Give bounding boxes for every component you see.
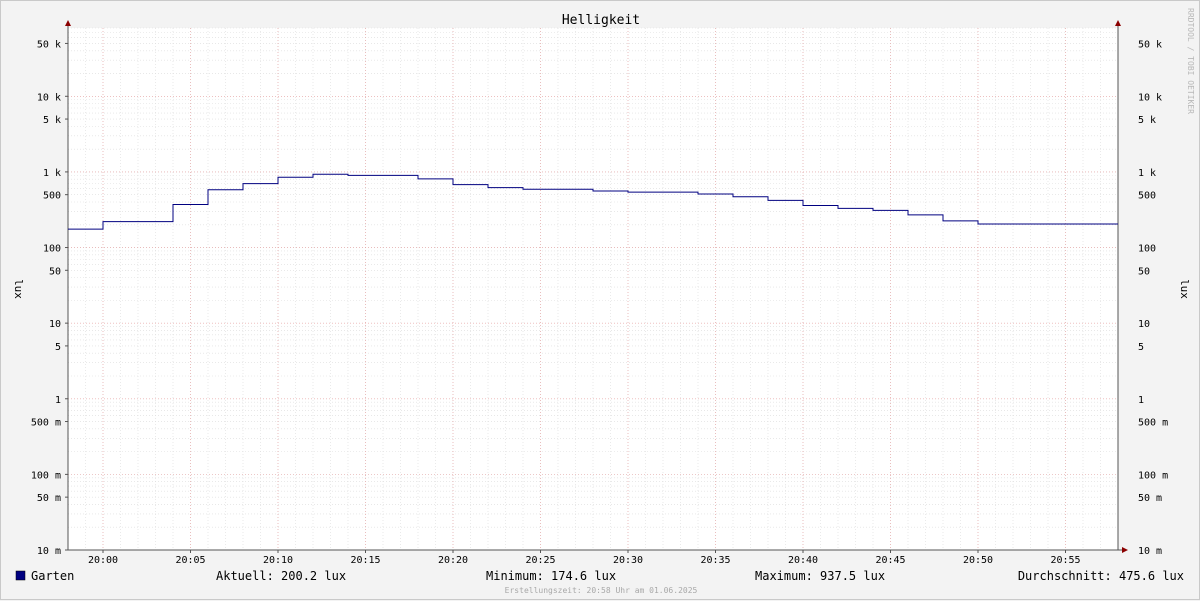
y-tick-label-right: 10 m — [1138, 546, 1162, 557]
y-axis-label-left: lux — [12, 279, 25, 299]
legend-swatch — [15, 570, 26, 581]
chart-frame: 50 k 10 k 5 k 1 k 500 100 50 10 5 1 500 m 100 m 50 m… — [0, 0, 1200, 600]
y-tick-label-right: 10 — [1138, 319, 1150, 330]
y-tick-label-right: 5 — [1138, 342, 1144, 353]
legend-current: Aktuell: 200.2 lux — [216, 569, 346, 583]
legend-maximum: Maximum: 937.5 lux — [755, 569, 885, 583]
y-tick-label-right: 5 k — [1138, 115, 1156, 126]
y-axis-arrow-right — [1115, 20, 1121, 26]
x-tick-label: 20:00 — [88, 555, 118, 566]
y-tick-label-left: 5 k — [43, 115, 61, 126]
y-tick-labels-right: 50 k 10 k 5 k 1 k 500 100 50 10 5 1 500 m 100 m 50 m… — [1138, 39, 1168, 557]
y-tick-label-right: 500 m — [1138, 418, 1168, 429]
y-tick-label-left: 1 k — [43, 168, 61, 179]
x-tick-label: 20:15 — [350, 555, 380, 566]
x-tick-labels: 20:00 20:05 20:10 20:15 20:20 20:25 20:30 20:35… — [88, 555, 1081, 566]
y-tick-label-right: 50 — [1138, 266, 1150, 277]
legend-average: Durchschnitt: 475.6 lux — [1018, 569, 1184, 583]
x-tick-label: 20:55 — [1050, 555, 1080, 566]
y-tick-label-right: 10 k — [1138, 92, 1162, 103]
creation-timestamp: Erstellungszeit: 20:58 Uhr am 01.06.2025 — [505, 586, 698, 595]
legend-series-name: Garten — [31, 569, 74, 583]
brightness-chart: 50 k 10 k 5 k 1 k 500 100 50 10 5 1 500 m 100 m 50 m… — [12, 8, 1195, 595]
y-axis-label-right: lux — [1178, 279, 1191, 299]
y-tick-label-left: 500 — [43, 191, 61, 202]
y-tick-label-left: 5 — [55, 342, 61, 353]
y-tick-label-left: 500 m — [31, 418, 61, 429]
x-tick-label: 20:30 — [613, 555, 643, 566]
x-tick-label: 20:10 — [263, 555, 293, 566]
y-tick-label-right: 100 — [1138, 244, 1156, 255]
x-tick-label: 20:25 — [525, 555, 555, 566]
y-tick-label-left: 50 k — [37, 39, 61, 50]
y-tick-label-left: 50 m — [37, 493, 61, 504]
y-tick-label-right: 500 — [1138, 191, 1156, 202]
y-tick-labels-left: 50 k 10 k 5 k 1 k 500 100 50 10 5 1 500 m 100 m 50 m… — [31, 39, 61, 557]
y-tick-label-left: 100 — [43, 244, 61, 255]
x-tick-label: 20:35 — [700, 555, 730, 566]
x-axis-arrow — [1122, 547, 1128, 553]
x-tick-label: 20:05 — [175, 555, 205, 566]
y-tick-label-left: 50 — [49, 266, 61, 277]
x-tick-label: 20:20 — [438, 555, 468, 566]
y-tick-label-right: 1 — [1138, 395, 1144, 406]
y-tick-label-left: 10 m — [37, 546, 61, 557]
legend-minimum: Minimum: 174.6 lux — [486, 569, 616, 583]
y-tick-label-left: 10 — [49, 319, 61, 330]
chart-title: Helligkeit — [562, 13, 640, 28]
x-tick-label: 20:45 — [875, 555, 905, 566]
y-tick-label-left: 10 k — [37, 92, 61, 103]
x-tick-label: 20:40 — [788, 555, 818, 566]
y-tick-label-left: 100 m — [31, 470, 61, 481]
y-axis-arrow-left — [65, 20, 71, 26]
x-tick-label: 20:50 — [963, 555, 993, 566]
y-tick-label-left: 1 — [55, 395, 61, 406]
y-tick-label-right: 50 k — [1138, 39, 1162, 50]
y-tick-label-right: 50 m — [1138, 493, 1162, 504]
y-tick-label-right: 100 m — [1138, 470, 1168, 481]
y-tick-label-right: 1 k — [1138, 168, 1156, 179]
watermark: RRDTOOL / TOBI OETIKER — [1186, 8, 1195, 114]
